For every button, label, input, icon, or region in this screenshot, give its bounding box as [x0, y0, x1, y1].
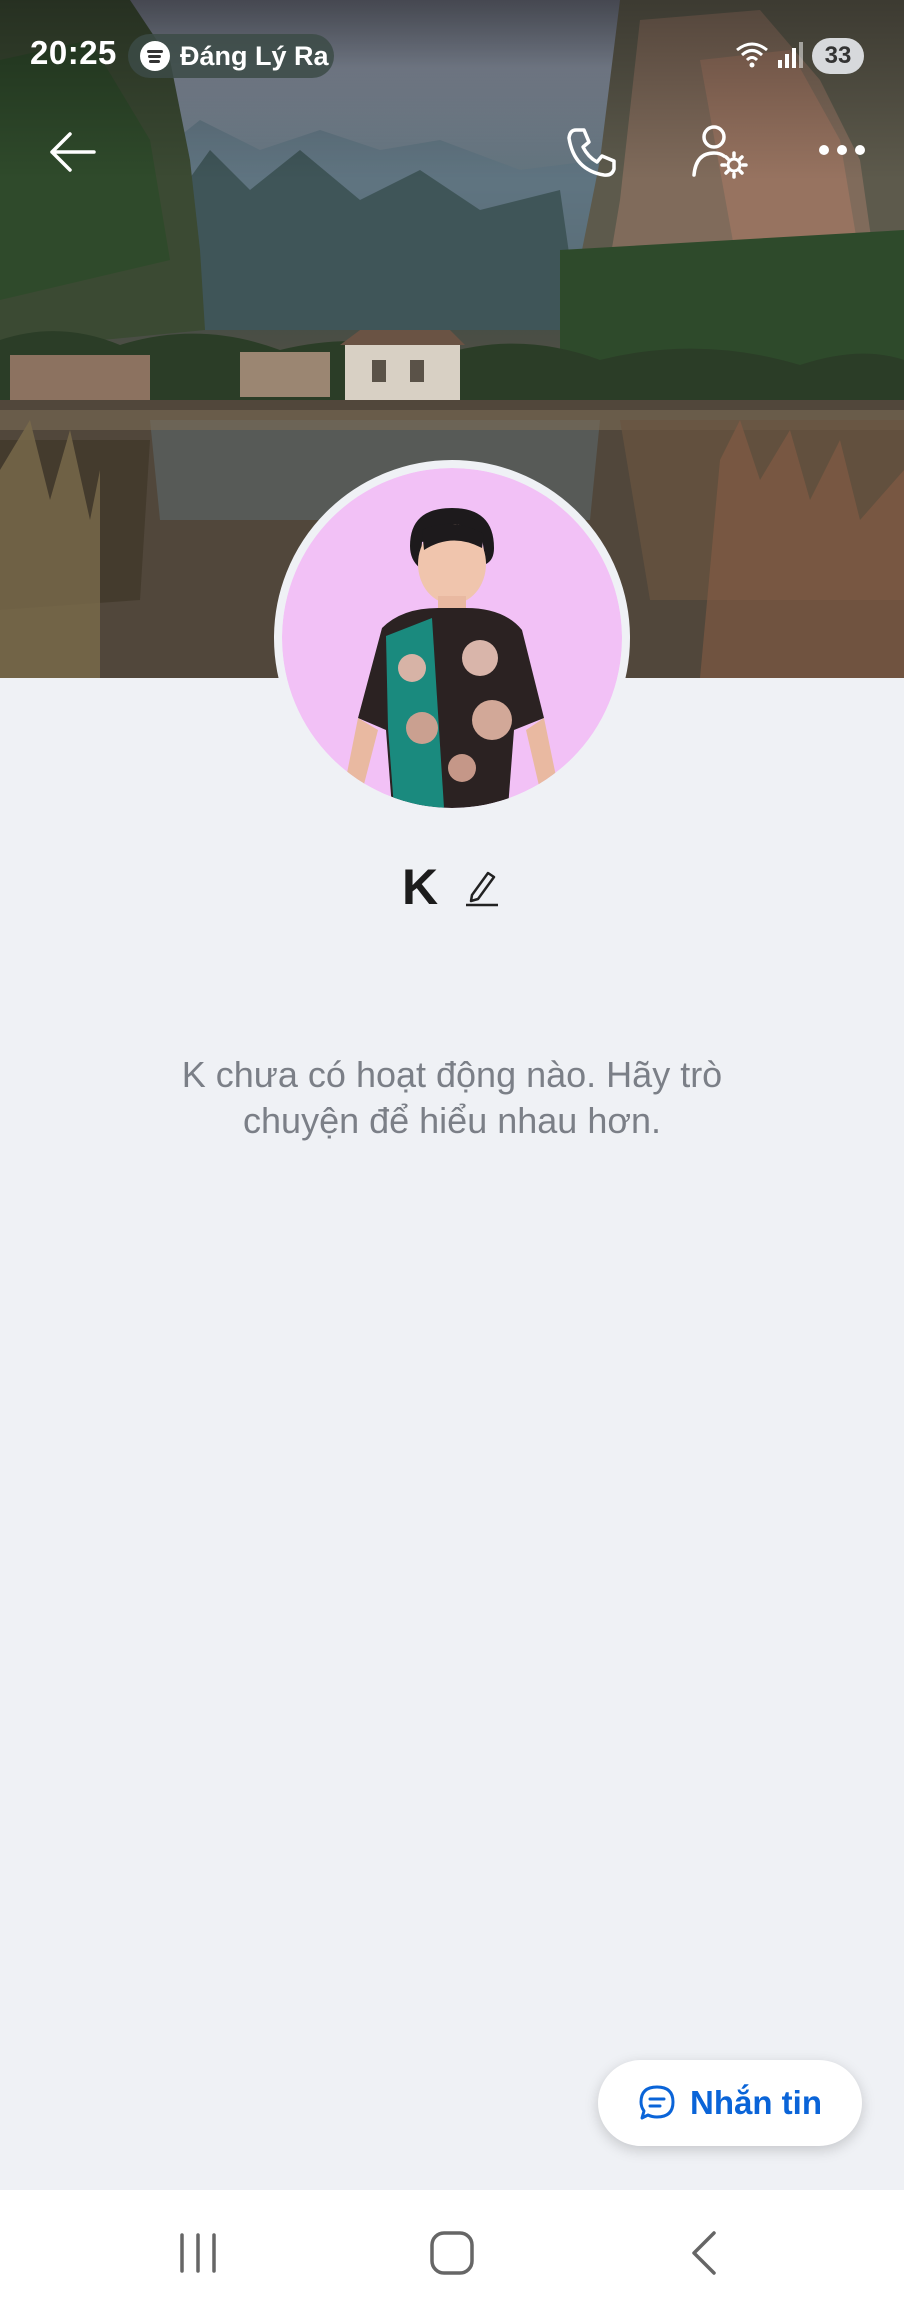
user-settings-icon[interactable] [684, 116, 756, 188]
battery-icon: 33 [812, 38, 864, 74]
spotify-icon [140, 41, 170, 71]
edit-name-pencil-icon[interactable] [462, 865, 502, 909]
status-bar: 20:25 Đáng Lý Ra 33 [0, 0, 904, 110]
avatar-person-image [344, 508, 558, 808]
system-nav-bar [0, 2190, 904, 2316]
recent-apps-icon[interactable] [138, 2190, 258, 2316]
back-arrow-icon[interactable] [40, 120, 104, 184]
signal-icon [778, 42, 803, 68]
message-button[interactable]: Nhắn tin [598, 2060, 862, 2146]
chat-bubble-icon [638, 2084, 676, 2122]
message-button-label: Nhắn tin [690, 2084, 822, 2121]
wifi-icon [736, 42, 768, 68]
media-playing-pill[interactable]: Đáng Lý Ra [128, 34, 334, 78]
profile-name-row: K [0, 858, 904, 916]
home-icon[interactable] [392, 2190, 512, 2316]
profile-name: K [401, 859, 439, 915]
back-icon[interactable] [644, 2190, 764, 2316]
media-title: Đáng Lý Ra [180, 40, 329, 71]
more-icon[interactable] [806, 118, 878, 182]
phone-icon[interactable] [556, 116, 628, 188]
empty-activity-message: K chưa có hoạt động nào. Hãy trò chuyện … [181, 1054, 723, 1141]
avatar[interactable] [274, 460, 630, 816]
status-time: 20:25 [30, 34, 117, 71]
